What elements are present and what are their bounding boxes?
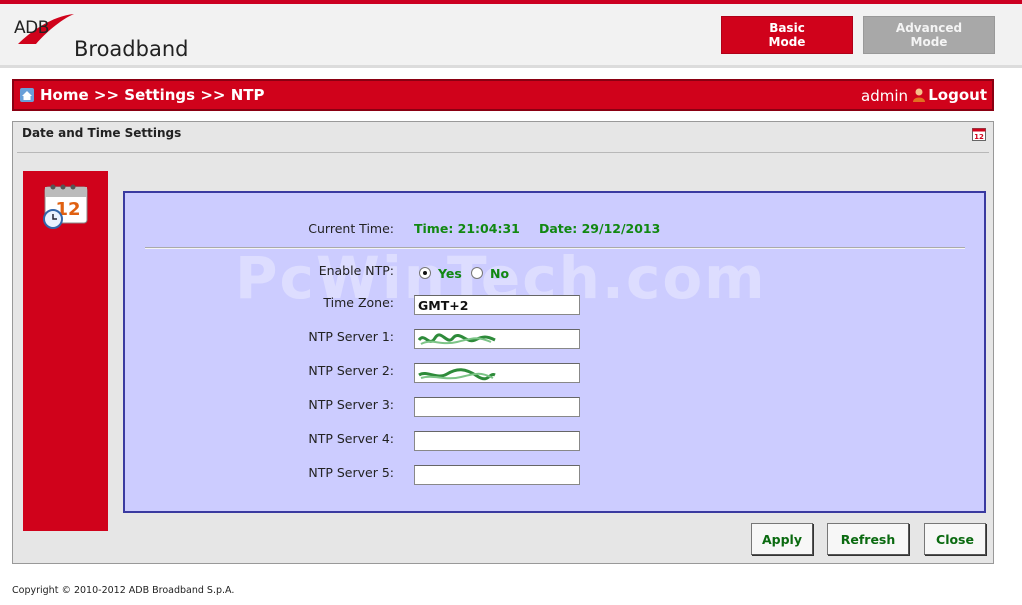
user-icon	[913, 88, 925, 102]
calendar-small-icon[interactable]: 12	[971, 126, 987, 142]
copyright-footer: Copyright © 2010-2012 ADB Broadband S.p.…	[12, 585, 235, 596]
enable-ntp-label: Enable NTP:	[318, 263, 394, 278]
apply-button[interactable]: Apply	[751, 523, 813, 555]
adb-logo[interactable]: ADB Broadband	[12, 10, 212, 66]
current-time-label: Current Time:	[308, 221, 394, 236]
enable-ntp-yes-radio[interactable]	[419, 267, 431, 279]
time-zone-label: Time Zone:	[323, 295, 394, 310]
enable-ntp-yes-label[interactable]: Yes	[438, 266, 462, 281]
close-button[interactable]: Close	[924, 523, 986, 555]
ntp-server-2-label: NTP Server 2:	[308, 363, 394, 378]
time-zone-input[interactable]	[414, 295, 580, 315]
sidebar-strip: 12	[23, 171, 108, 531]
current-time-value: Time: 21:04:31	[414, 221, 520, 236]
ntp-server-4-label: NTP Server 4:	[308, 431, 394, 446]
breadcrumb-bar: Home >> Settings >> NTP admin Logout	[12, 79, 994, 111]
ntp-server-3-input[interactable]	[414, 397, 580, 417]
enable-ntp-no-radio[interactable]	[471, 267, 483, 279]
ntp-server-5-input[interactable]	[414, 465, 580, 485]
refresh-button[interactable]: Refresh	[827, 523, 909, 555]
panel-divider	[17, 152, 989, 153]
ntp-server-3-label: NTP Server 3:	[308, 397, 394, 412]
ntp-server-2-input[interactable]	[414, 363, 580, 383]
obscured-value-icon	[418, 368, 496, 381]
header: ADB Broadband Basic Mode Advanced Mode	[0, 4, 1022, 68]
enable-ntp-no-label[interactable]: No	[490, 266, 509, 281]
basic-mode-button[interactable]: Basic Mode	[721, 16, 853, 54]
advanced-mode-button[interactable]: Advanced Mode	[863, 16, 995, 54]
logo-text-broadband: Broadband	[74, 37, 189, 61]
breadcrumb-home[interactable]: Home	[40, 86, 89, 104]
form-divider	[145, 247, 965, 249]
breadcrumb-settings[interactable]: Settings	[124, 86, 195, 104]
ntp-server-1-label: NTP Server 1:	[308, 329, 394, 344]
ntp-form: PcWinTech.com Current Time: Time: 21:04:…	[123, 191, 986, 513]
breadcrumb: Home >> Settings >> NTP	[40, 86, 265, 104]
svg-text:12: 12	[974, 133, 984, 141]
breadcrumb-ntp: NTP	[230, 86, 265, 104]
current-date-value: Date: 29/12/2013	[539, 221, 661, 236]
ntp-server-4-input[interactable]	[414, 431, 580, 451]
calendar-clock-icon: 12	[43, 184, 88, 229]
home-icon[interactable]	[19, 87, 35, 103]
obscured-value-icon	[417, 333, 496, 345]
logout-link[interactable]: Logout	[928, 86, 987, 104]
panel-title: Date and Time Settings	[22, 126, 182, 140]
date-time-panel: Date and Time Settings 12 12 PcWinTech.c…	[12, 121, 994, 564]
username: admin	[861, 87, 908, 105]
ntp-server-5-label: NTP Server 5:	[308, 465, 394, 480]
logo-text-adb: ADB	[14, 18, 49, 38]
ntp-server-1-input[interactable]	[414, 329, 580, 349]
